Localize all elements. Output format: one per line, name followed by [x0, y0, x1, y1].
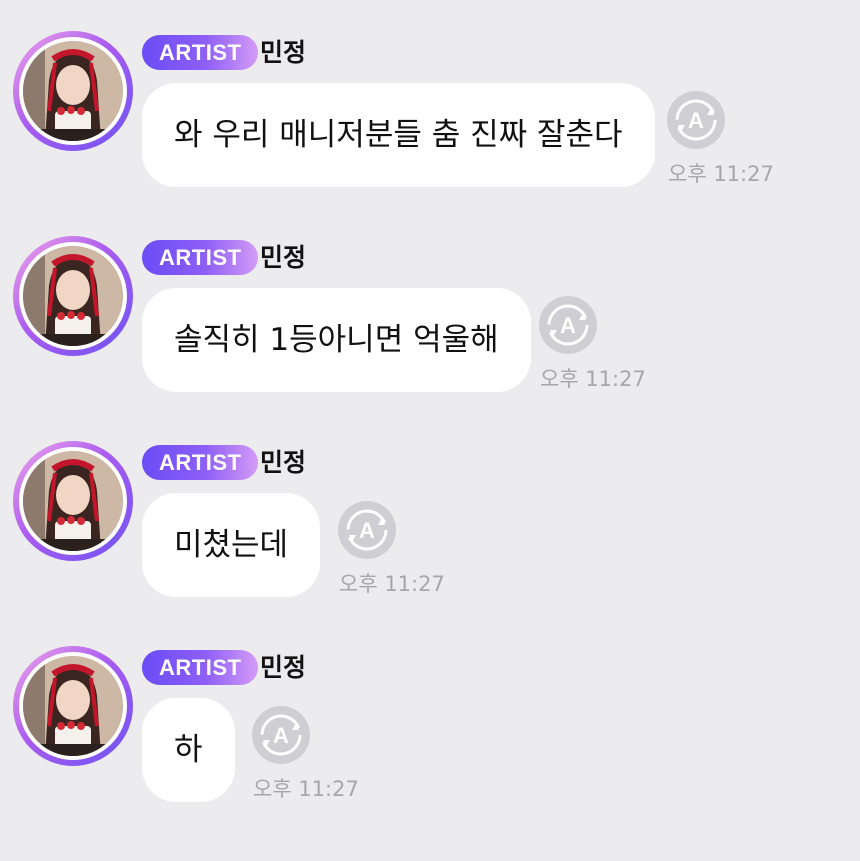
profile-photo-icon: [23, 246, 123, 346]
avatar-photo: [23, 246, 123, 346]
avatar[interactable]: [13, 236, 133, 356]
auto-translate-icon: A: [547, 304, 589, 346]
artist-badge: ARTIST: [142, 240, 259, 275]
avatar-ring: [19, 447, 127, 555]
timestamp: 오후 11:27: [540, 367, 646, 391]
avatar-ring: [19, 652, 127, 760]
profile-photo-icon: [23, 451, 123, 551]
message-bubble[interactable]: 솔직히 1등아니면 억울해: [142, 288, 531, 392]
chat-message: ARTIST 민정 미쳤는데 A 오후 11:27: [0, 441, 860, 621]
sender-name[interactable]: 민정: [260, 35, 306, 70]
translate-button[interactable]: A: [252, 706, 310, 764]
artist-badge: ARTIST: [142, 445, 259, 480]
sender-name[interactable]: 민정: [260, 650, 306, 685]
message-bubble[interactable]: 와 우리 매니저분들 춤 진짜 잘춘다: [142, 83, 655, 187]
chat-message: ARTIST 민정 솔직히 1등아니면 억울해 A 오후 11:27: [0, 236, 860, 416]
svg-text:A: A: [688, 108, 704, 133]
artist-badge: ARTIST: [142, 650, 259, 685]
chat-message-list: ARTIST 민정 와 우리 매니저분들 춤 진짜 잘춘다 A 오후 11:27: [0, 0, 860, 861]
avatar-photo: [23, 451, 123, 551]
translate-button[interactable]: A: [667, 91, 725, 149]
chat-message: ARTIST 민정 하 A 오후 11:27: [0, 646, 860, 826]
profile-photo-icon: [23, 656, 123, 756]
translate-button[interactable]: A: [338, 501, 396, 559]
message-bubble[interactable]: 하: [142, 698, 235, 802]
avatar-photo: [23, 41, 123, 141]
avatar-photo: [23, 656, 123, 756]
auto-translate-icon: A: [260, 714, 302, 756]
avatar[interactable]: [13, 646, 133, 766]
sender-name[interactable]: 민정: [260, 445, 306, 480]
avatar[interactable]: [13, 441, 133, 561]
timestamp: 오후 11:27: [339, 572, 445, 596]
svg-text:A: A: [359, 518, 375, 543]
svg-text:A: A: [273, 723, 289, 748]
timestamp: 오후 11:27: [253, 777, 359, 801]
chat-message: ARTIST 민정 와 우리 매니저분들 춤 진짜 잘춘다 A 오후 11:27: [0, 31, 860, 211]
message-bubble[interactable]: 미쳤는데: [142, 493, 321, 597]
timestamp: 오후 11:27: [668, 162, 774, 186]
avatar-ring: [19, 37, 127, 145]
avatar-ring: [19, 242, 127, 350]
profile-photo-icon: [23, 41, 123, 141]
auto-translate-icon: A: [346, 509, 388, 551]
auto-translate-icon: A: [675, 99, 717, 141]
svg-text:A: A: [560, 313, 576, 338]
artist-badge: ARTIST: [142, 35, 259, 70]
translate-button[interactable]: A: [539, 296, 597, 354]
avatar[interactable]: [13, 31, 133, 151]
sender-name[interactable]: 민정: [260, 240, 306, 275]
